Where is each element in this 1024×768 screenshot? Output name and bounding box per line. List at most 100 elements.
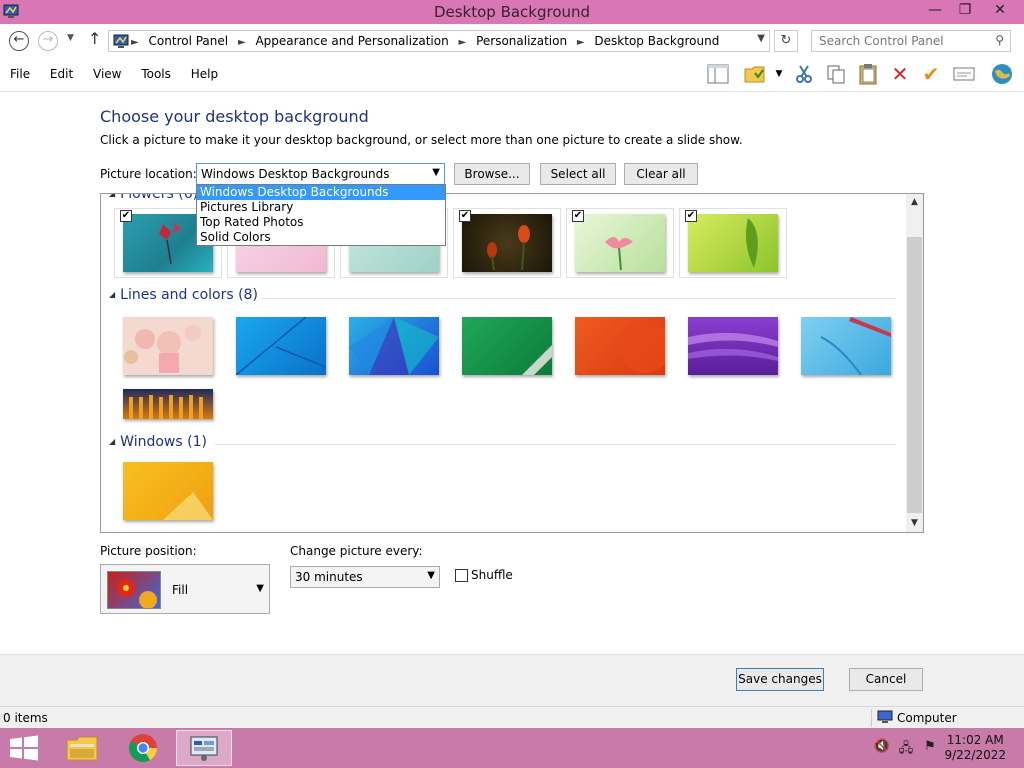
cancel-button[interactable]: Cancel <box>849 668 923 691</box>
dropdown-option-windows-desktop-backgrounds[interactable]: Windows Desktop Backgrounds <box>197 185 445 200</box>
checkmark-icon[interactable]: ✔ <box>919 62 943 86</box>
control-panel-icon <box>190 736 218 761</box>
thumbnail-lines-8[interactable] <box>123 389 213 419</box>
taskbar-clock[interactable]: 11:02 AM 9/22/2022 <box>944 733 1006 763</box>
menu-tools[interactable]: Tools <box>141 67 171 81</box>
network-icon[interactable]: 🖧 <box>897 739 915 757</box>
gallery-scrollbar[interactable]: ▲ ▼ <box>906 194 923 532</box>
copy-icon[interactable] <box>824 62 848 86</box>
menu-file[interactable]: File <box>10 67 30 81</box>
control-panel-taskbar-button[interactable] <box>176 730 232 766</box>
picture-location-select[interactable]: Windows Desktop Backgrounds ▼ <box>196 163 445 185</box>
minimize-button[interactable]: — <box>920 0 950 22</box>
menu-help[interactable]: Help <box>191 67 218 81</box>
search-input[interactable]: Search Control Panel ⚲ <box>811 30 1011 52</box>
thumbnail-checkbox[interactable]: ✔ <box>459 210 471 222</box>
thumbnail-lines-4[interactable] <box>462 317 552 375</box>
thumbnail-checkbox[interactable]: ✔ <box>572 210 584 222</box>
breadcrumb-control-panel[interactable]: Control Panel <box>149 34 229 48</box>
picture-location-dropdown[interactable]: Windows Desktop Backgrounds Pictures Lib… <box>196 184 446 246</box>
up-button[interactable]: ↑ <box>88 29 101 48</box>
search-icon: ⚲ <box>995 33 1004 47</box>
globe-icon[interactable] <box>990 62 1014 86</box>
shuffle-label[interactable]: Shuffle <box>471 568 513 582</box>
file-explorer-taskbar-button[interactable] <box>54 730 110 766</box>
group-divider <box>261 298 896 299</box>
pane-icon[interactable] <box>706 62 730 86</box>
thumbnail-flowers-4[interactable] <box>462 214 552 272</box>
clear-all-button[interactable]: Clear all <box>624 163 698 185</box>
status-bar: 0 items Computer <box>0 706 1024 728</box>
chevron-down-icon[interactable]: ▼ <box>770 62 788 86</box>
clock-date: 9/22/2022 <box>944 748 1006 762</box>
thumbnail-lines-7[interactable] <box>801 317 891 376</box>
refresh-button[interactable]: ↻ <box>774 30 798 52</box>
thumbnail-windows-1[interactable] <box>123 462 213 520</box>
forward-button[interactable]: → <box>38 31 58 51</box>
select-all-button[interactable]: Select all <box>540 163 616 185</box>
chevron-right-icon: ► <box>131 37 139 48</box>
menu-view[interactable]: View <box>93 67 121 81</box>
group-header-flowers[interactable]: ◢ Flowers (6) <box>109 194 198 202</box>
address-dropdown-icon[interactable]: ▼ <box>757 33 765 44</box>
chevron-down-icon: ▼ <box>427 570 435 581</box>
windows-start-icon[interactable] <box>8 735 40 761</box>
delete-icon[interactable]: ✕ <box>888 62 912 86</box>
chevron-right-icon[interactable]: ► <box>577 37 585 48</box>
collapse-triangle-icon[interactable]: ◢ <box>109 437 115 446</box>
breadcrumb-personalization[interactable]: Personalization <box>476 34 567 48</box>
action-center-icon[interactable]: ⚑ <box>921 739 939 757</box>
collapse-triangle-icon[interactable]: ◢ <box>109 194 115 198</box>
thumbnail-flowers-6[interactable] <box>688 214 778 272</box>
chevron-down-icon: ▼ <box>432 167 440 178</box>
menu-edit[interactable]: Edit <box>50 67 73 81</box>
cut-icon[interactable] <box>792 62 816 86</box>
thumbnail-lines-3[interactable] <box>349 317 439 375</box>
scroll-up-icon[interactable]: ▲ <box>906 194 923 211</box>
scroll-thumb[interactable] <box>907 237 922 513</box>
thumbnail-checkbox[interactable]: ✔ <box>120 210 132 222</box>
paste-icon[interactable] <box>856 62 880 86</box>
thumbnail-flowers-5[interactable] <box>575 214 665 272</box>
breadcrumb-desktop-background[interactable]: Desktop Background <box>594 34 719 48</box>
picture-position-select[interactable]: Fill ▼ <box>100 564 270 614</box>
breadcrumb-appearance[interactable]: Appearance and Personalization <box>255 34 448 48</box>
collapse-triangle-icon[interactable]: ◢ <box>109 290 115 299</box>
chevron-down-icon: ▼ <box>67 33 74 43</box>
maximize-button[interactable]: ❐ <box>950 0 980 22</box>
browse-button[interactable]: Browse... <box>454 163 530 185</box>
recent-locations-button[interactable]: ▼ <box>67 33 74 43</box>
folder-icon[interactable] <box>743 62 767 86</box>
main-content: Choose your desktop background Click a p… <box>0 92 1024 706</box>
status-location: Computer <box>897 711 957 725</box>
save-changes-button[interactable]: Save changes <box>736 668 824 691</box>
address-box[interactable]: ► Control Panel ► Appearance and Persona… <box>108 30 770 52</box>
picture-location-value: Windows Desktop Backgrounds <box>201 167 390 181</box>
volume-muted-icon[interactable]: 🔇 <box>873 739 891 757</box>
thumbnail-lines-6[interactable] <box>688 317 778 375</box>
chevron-right-icon[interactable]: ► <box>238 37 246 48</box>
thumbnail-lines-1[interactable] <box>123 317 213 375</box>
thumbnail-lines-2[interactable] <box>235 316 327 376</box>
chrome-taskbar-button[interactable] <box>115 730 171 766</box>
menu-bar: File Edit View Tools Help ▼ ✕ ✔ <box>0 58 1024 92</box>
scroll-down-icon[interactable]: ▼ <box>906 515 923 532</box>
chevron-down-icon: ▼ <box>256 583 264 594</box>
group-header-windows[interactable]: ◢ Windows (1) <box>109 434 207 450</box>
dropdown-option-top-rated-photos[interactable]: Top Rated Photos <box>197 215 445 230</box>
properties-icon[interactable] <box>952 62 976 86</box>
group-header-lines-and-colors[interactable]: ◢ Lines and colors (8) <box>109 287 258 303</box>
thumbnail-checkbox[interactable]: ✔ <box>685 210 697 222</box>
thumbnail-lines-5[interactable] <box>575 317 671 375</box>
dropdown-option-solid-colors[interactable]: Solid Colors <box>197 230 445 245</box>
change-picture-select[interactable]: 30 minutes ▼ <box>290 566 440 588</box>
shuffle-checkbox[interactable] <box>455 569 468 582</box>
address-bar-row: ← → ▼ ↑ ► Control Panel ► Appearance and… <box>0 24 1024 58</box>
breadcrumb: ► Control Panel ► Appearance and Persona… <box>131 34 725 48</box>
chevron-right-icon[interactable]: ► <box>459 37 467 48</box>
chrome-icon <box>129 734 157 762</box>
dropdown-option-pictures-library[interactable]: Pictures Library <box>197 200 445 215</box>
close-button[interactable]: ✕ <box>982 0 1018 22</box>
back-button[interactable]: ← <box>9 31 29 51</box>
status-item-count: 0 items <box>3 711 48 725</box>
